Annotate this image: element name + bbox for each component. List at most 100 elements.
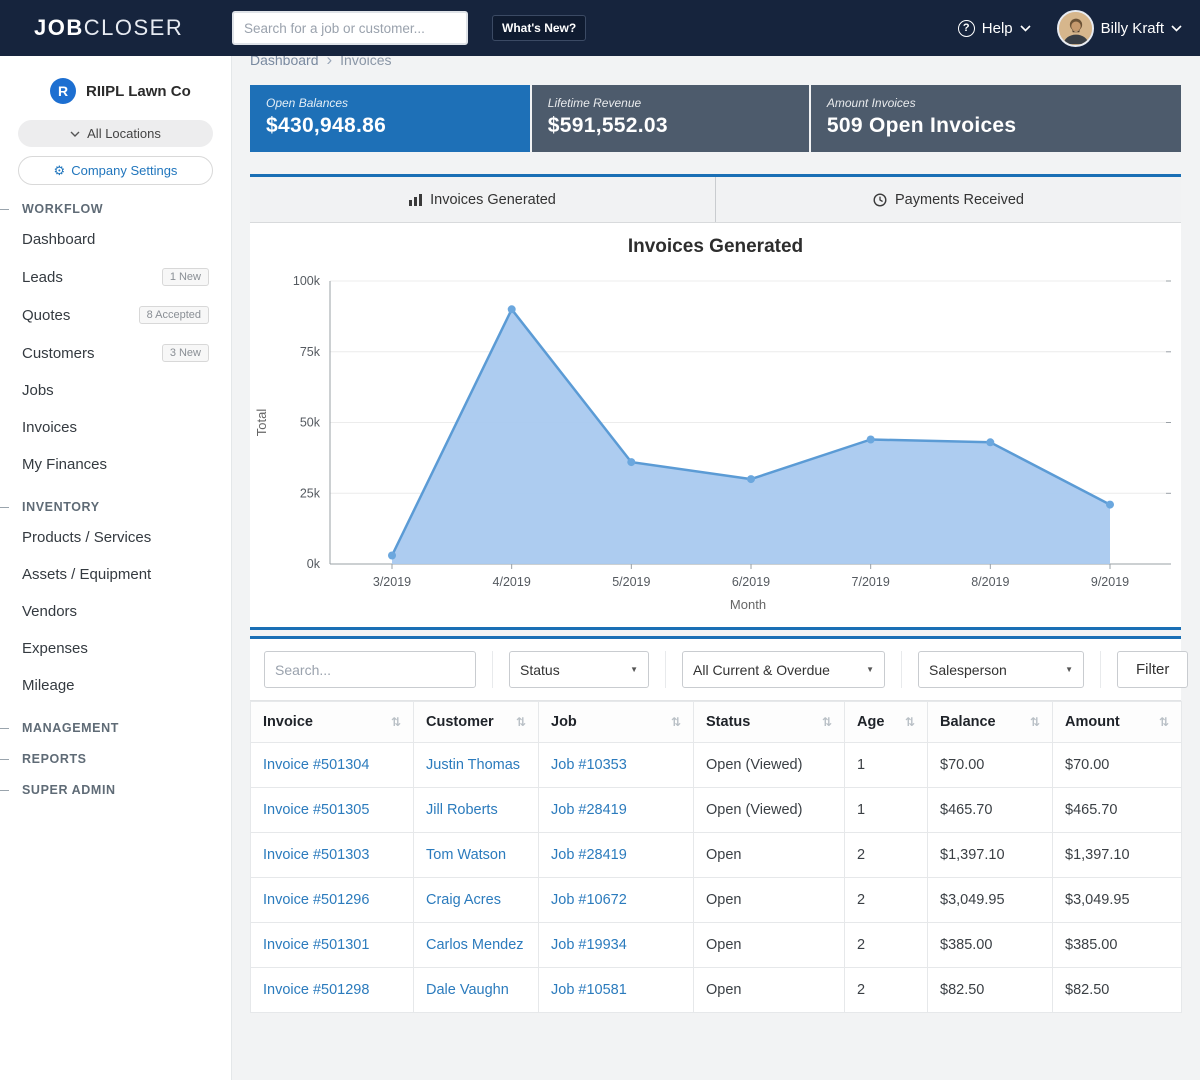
customer-link[interactable]: Tom Watson — [426, 847, 506, 863]
column-header-amount[interactable]: Amount⇅ — [1053, 702, 1182, 743]
whats-new-button[interactable]: What's New? — [492, 15, 586, 41]
global-search-input[interactable] — [232, 11, 468, 45]
sidebar-item-quotes[interactable]: Quotes8 Accepted — [0, 296, 231, 334]
status-select-value: Status — [520, 662, 560, 678]
customer-link[interactable]: Craig Acres — [426, 892, 501, 908]
sort-icon[interactable]: ⇅ — [671, 715, 681, 729]
section-tick-icon — [0, 507, 9, 508]
sidebar-section-inventory[interactable]: INVENTORY — [0, 500, 231, 514]
sort-icon[interactable]: ⇅ — [1030, 715, 1040, 729]
help-icon: ? — [958, 20, 975, 37]
job-link[interactable]: Job #10672 — [551, 892, 627, 908]
company-settings-button[interactable]: ⚙ Company Settings — [18, 156, 213, 185]
status-cell: Open — [694, 923, 845, 968]
sort-icon[interactable]: ⇅ — [1159, 715, 1169, 729]
table-row: Invoice #501301 Carlos Mendez Job #19934… — [251, 923, 1182, 968]
invoice-link[interactable]: Invoice #501298 — [263, 982, 369, 998]
sort-icon[interactable]: ⇅ — [822, 715, 832, 729]
sidebar-item-products-services[interactable]: Products / Services — [0, 519, 231, 556]
job-link[interactable]: Job #28419 — [551, 802, 627, 818]
salesperson-select[interactable]: Salesperson ▼ — [918, 651, 1084, 688]
sort-icon[interactable]: ⇅ — [516, 715, 526, 729]
job-link[interactable]: Job #19934 — [551, 937, 627, 953]
balance-cell: $385.00 — [928, 923, 1053, 968]
sidebar-section-reports[interactable]: REPORTS — [0, 752, 231, 766]
stat-value: $591,552.03 — [548, 114, 793, 138]
customer-link[interactable]: Carlos Mendez — [426, 937, 524, 953]
sidebar-section-management[interactable]: MANAGEMENT — [0, 721, 231, 735]
invoice-link[interactable]: Invoice #501303 — [263, 847, 369, 863]
sidebar-item-expenses[interactable]: Expenses — [0, 630, 231, 667]
stat-value: $430,948.86 — [266, 114, 514, 138]
locations-label: All Locations — [87, 126, 161, 141]
sidebar-section-workflow[interactable]: WORKFLOW — [0, 202, 231, 216]
company-row[interactable]: R RIIPL Lawn Co — [0, 56, 231, 104]
stat-lifetime-revenue: Lifetime Revenue $591,552.03 — [532, 85, 809, 152]
current-overdue-value: All Current & Overdue — [693, 662, 830, 678]
sort-icon[interactable]: ⇅ — [905, 715, 915, 729]
invoice-link[interactable]: Invoice #501296 — [263, 892, 369, 908]
stat-amount-invoices: Amount Invoices 509 Open Invoices — [811, 85, 1181, 152]
sidebar-item-my-finances[interactable]: My Finances — [0, 446, 231, 483]
invoice-link[interactable]: Invoice #501301 — [263, 937, 369, 953]
customer-link[interactable]: Justin Thomas — [426, 757, 520, 773]
chart-title: Invoices Generated — [250, 236, 1181, 258]
stat-label: Open Balances — [266, 96, 514, 110]
sidebar-item-customers[interactable]: Customers3 New — [0, 334, 231, 372]
svg-text:75k: 75k — [300, 345, 321, 359]
job-link[interactable]: Job #28419 — [551, 847, 627, 863]
age-cell: 2 — [845, 923, 928, 968]
column-header-age[interactable]: Age⇅ — [845, 702, 928, 743]
locations-dropdown[interactable]: All Locations — [18, 120, 213, 147]
svg-text:5/2019: 5/2019 — [612, 575, 650, 589]
sidebar-item-leads[interactable]: Leads1 New — [0, 258, 231, 296]
table-filters: Status ▼ All Current & Overdue ▼ Salespe… — [250, 639, 1181, 701]
count-badge: 3 New — [162, 344, 209, 362]
sort-icon[interactable]: ⇅ — [391, 715, 401, 729]
person-photo-icon — [1059, 12, 1093, 46]
salesperson-value: Salesperson — [929, 662, 1007, 678]
status-select[interactable]: Status ▼ — [509, 651, 649, 688]
svg-text:100k: 100k — [293, 274, 321, 288]
column-header-invoice[interactable]: Invoice⇅ — [251, 702, 414, 743]
table-search-input[interactable] — [264, 651, 476, 688]
status-cell: Open — [694, 878, 845, 923]
filter-search-cell — [264, 651, 493, 688]
job-link[interactable]: Job #10353 — [551, 757, 627, 773]
column-header-balance[interactable]: Balance⇅ — [928, 702, 1053, 743]
job-link[interactable]: Job #10581 — [551, 982, 627, 998]
current-overdue-select[interactable]: All Current & Overdue ▼ — [682, 651, 885, 688]
sidebar-item-jobs[interactable]: Jobs — [0, 372, 231, 409]
tab-payments-received[interactable]: Payments Received — [716, 177, 1181, 222]
age-cell: 2 — [845, 878, 928, 923]
column-header-customer[interactable]: Customer⇅ — [414, 702, 539, 743]
chart-area: Invoices Generated 0k25k50k75k100k3/2019… — [250, 223, 1181, 627]
age-cell: 2 — [845, 968, 928, 1013]
table-row: Invoice #501304 Justin Thomas Job #10353… — [251, 743, 1182, 788]
logo-text-light: CLOSER — [84, 15, 183, 40]
invoice-link[interactable]: Invoice #501305 — [263, 802, 369, 818]
sidebar-item-invoices[interactable]: Invoices — [0, 409, 231, 446]
tab-invoices-generated[interactable]: Invoices Generated — [250, 177, 716, 222]
filter-button[interactable]: Filter — [1117, 651, 1188, 688]
sidebar-item-dashboard[interactable]: Dashboard — [0, 221, 231, 258]
sidebar-item-mileage[interactable]: Mileage — [0, 667, 231, 704]
svg-text:Total: Total — [254, 409, 269, 437]
amount-cell: $3,049.95 — [1053, 878, 1182, 923]
sidebar-item-assets-equipment[interactable]: Assets / Equipment — [0, 556, 231, 593]
sidebar-section-super-admin[interactable]: SUPER ADMIN — [0, 783, 231, 797]
svg-text:25k: 25k — [300, 486, 321, 500]
customer-link[interactable]: Dale Vaughn — [426, 982, 509, 998]
gear-icon: ⚙ — [54, 163, 66, 179]
user-menu[interactable]: Billy Kraft — [1057, 10, 1182, 47]
customer-link[interactable]: Jill Roberts — [426, 802, 498, 818]
sidebar-item-vendors[interactable]: Vendors — [0, 593, 231, 630]
invoice-link[interactable]: Invoice #501304 — [263, 757, 369, 773]
column-header-status[interactable]: Status⇅ — [694, 702, 845, 743]
tab-label: Payments Received — [895, 192, 1024, 208]
invoice-table-header: Invoice⇅Customer⇅Job⇅Status⇅Age⇅Balance⇅… — [251, 702, 1182, 743]
table-row: Invoice #501305 Jill Roberts Job #28419 … — [251, 788, 1182, 833]
help-menu[interactable]: ? Help — [958, 20, 1031, 37]
column-header-job[interactable]: Job⇅ — [539, 702, 694, 743]
app-logo[interactable]: JOBCLOSER — [0, 15, 232, 41]
